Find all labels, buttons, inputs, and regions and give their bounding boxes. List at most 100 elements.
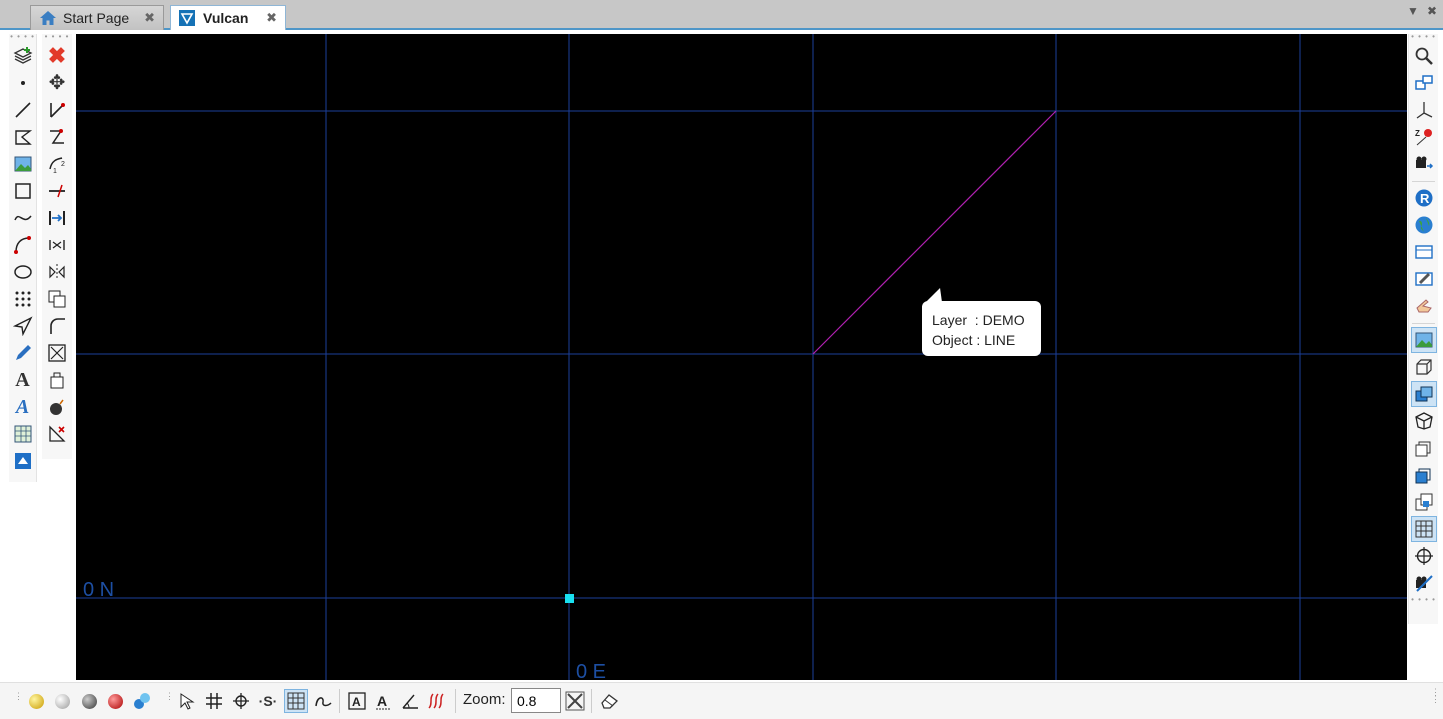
grid-points-icon[interactable] [10,286,36,312]
r-icon[interactable]: R [1411,185,1437,211]
stack-icon[interactable] [1411,435,1437,461]
arc-icon[interactable] [10,232,36,258]
target-icon[interactable] [1411,543,1437,569]
measure-delete-icon[interactable] [44,421,70,447]
window-icon[interactable] [1411,239,1437,265]
windows-icon[interactable] [1411,70,1437,96]
rectangle-icon[interactable] [10,178,36,204]
mirror-icon[interactable] [44,232,70,258]
curve-snap-icon[interactable] [311,689,335,713]
tab-start-page[interactable]: Start Page ✖ [30,5,164,30]
close-icon[interactable]: ✖ [144,10,155,26]
erase-icon[interactable] [597,689,621,713]
pointer-icon[interactable] [1411,293,1437,319]
tooltip-layer-text: Layer : DEMO [932,312,1025,328]
close-icon[interactable]: ✖ [266,10,277,26]
tab-label: Vulcan [203,10,249,26]
toolbar-grip[interactable]: ⋮ [165,691,174,702]
silver-sphere-icon[interactable] [50,689,74,713]
view-toolbar: • • • • Z R • • • • [1408,33,1438,624]
snap-point-icon[interactable] [229,689,253,713]
snap-grid-icon[interactable] [202,689,226,713]
grid-toggle-icon[interactable] [284,689,308,713]
point-icon[interactable] [10,70,36,96]
delete-icon[interactable]: ✖ [44,43,70,69]
pen-icon[interactable] [10,340,36,366]
tab-vulcan[interactable]: Vulcan ✖ [170,5,286,30]
angle-icon[interactable] [398,689,422,713]
toolbar-grip[interactable]: • • • • [9,33,36,42]
zoom-label: Zoom: [463,691,506,708]
image-icon[interactable] [10,151,36,177]
bomb-icon[interactable] [44,394,70,420]
gray-sphere-icon[interactable] [77,689,101,713]
svg-text:2: 2 [61,161,65,168]
text-icon[interactable]: A [10,367,36,393]
dimension-text-icon[interactable]: A [371,689,395,713]
toolbar-grip[interactable]: ⋮ [14,691,23,702]
toolbar-grip[interactable]: • • • • [42,33,72,42]
chevron-down-icon[interactable]: ▼ [1407,4,1419,18]
extend-icon[interactable] [44,205,70,231]
globe-icon[interactable] [1411,212,1437,238]
line-icon[interactable] [10,97,36,123]
grid-icon[interactable] [1410,516,1437,542]
object-info-tooltip: Layer : DEMO Object : LINE [922,301,1041,356]
hatch-icon[interactable] [425,689,449,713]
axes-icon[interactable] [1411,97,1437,123]
toolbar-separator [591,689,592,713]
box-icon[interactable] [1411,408,1437,434]
curve-icon[interactable] [10,205,36,231]
fillet-icon[interactable] [44,313,70,339]
tab-label: Start Page [63,10,130,26]
tab-overflow-controls: ▼ ✖ [1399,4,1437,18]
zoom-icon[interactable] [1411,43,1437,69]
zoom-extents-icon[interactable] [563,689,587,713]
send-icon[interactable] [10,313,36,339]
edit-window-icon[interactable] [1411,266,1437,292]
select-arrow-icon[interactable] [175,689,199,713]
toolbar-grip[interactable]: • • • • [1409,33,1438,42]
copy-icon[interactable] [44,286,70,312]
move-icon[interactable]: ✥ [44,70,70,96]
stack-3-icon[interactable] [1411,489,1437,515]
layers-icon[interactable] [1410,381,1437,407]
canvas-graphics [76,34,1407,680]
text-box-icon[interactable]: A [345,689,369,713]
cube-icon[interactable] [1411,354,1437,380]
camera-off-icon[interactable] [1411,570,1437,596]
toolbar-grip[interactable]: ⋮ ⋮ [1431,688,1440,704]
break-line-icon[interactable] [44,178,70,204]
z-axis-icon[interactable]: Z [1411,124,1437,150]
draw-toolbar: • • • • A A [9,33,37,482]
renumber-icon[interactable]: 12 [44,151,70,177]
svg-text:1: 1 [53,168,57,174]
stack-2-icon[interactable] [1411,462,1437,488]
image-view-icon[interactable] [1410,327,1437,353]
blue-spheres-icon[interactable] [130,689,154,713]
zoom-input[interactable] [511,688,561,713]
polygon-icon[interactable] [10,124,36,150]
add-layer-icon[interactable] [10,43,36,69]
red-sphere-icon[interactable] [103,689,127,713]
ellipse-icon[interactable] [10,259,36,285]
toolbar-separator [455,689,456,713]
yellow-sphere-icon[interactable] [24,689,48,713]
fit-icon[interactable] [44,340,70,366]
drawing-canvas[interactable]: 0 N 0 E Layer : DEMO Object : LINE [76,34,1407,683]
toolbar-grip[interactable]: • • • • [1409,596,1438,605]
vulcan-app-window: Start Page ✖ Vulcan ✖ ▼ ✖ • • • • A A • … [0,0,1443,719]
home-icon [39,10,57,26]
paste-icon[interactable] [44,367,70,393]
table-icon[interactable] [10,421,36,447]
flip-icon[interactable] [44,259,70,285]
north-axis-label: 0 N [83,579,115,601]
reshape-icon[interactable] [44,124,70,150]
close-icon[interactable]: ✖ [1427,4,1437,18]
panel-icon[interactable] [10,448,36,474]
camera-move-icon[interactable] [1411,151,1437,177]
scale-icon[interactable] [44,97,70,123]
styled-text-icon[interactable]: A [10,394,36,420]
snap-string-icon[interactable]: ·S· [256,689,280,713]
toolbar-separator [339,689,340,713]
